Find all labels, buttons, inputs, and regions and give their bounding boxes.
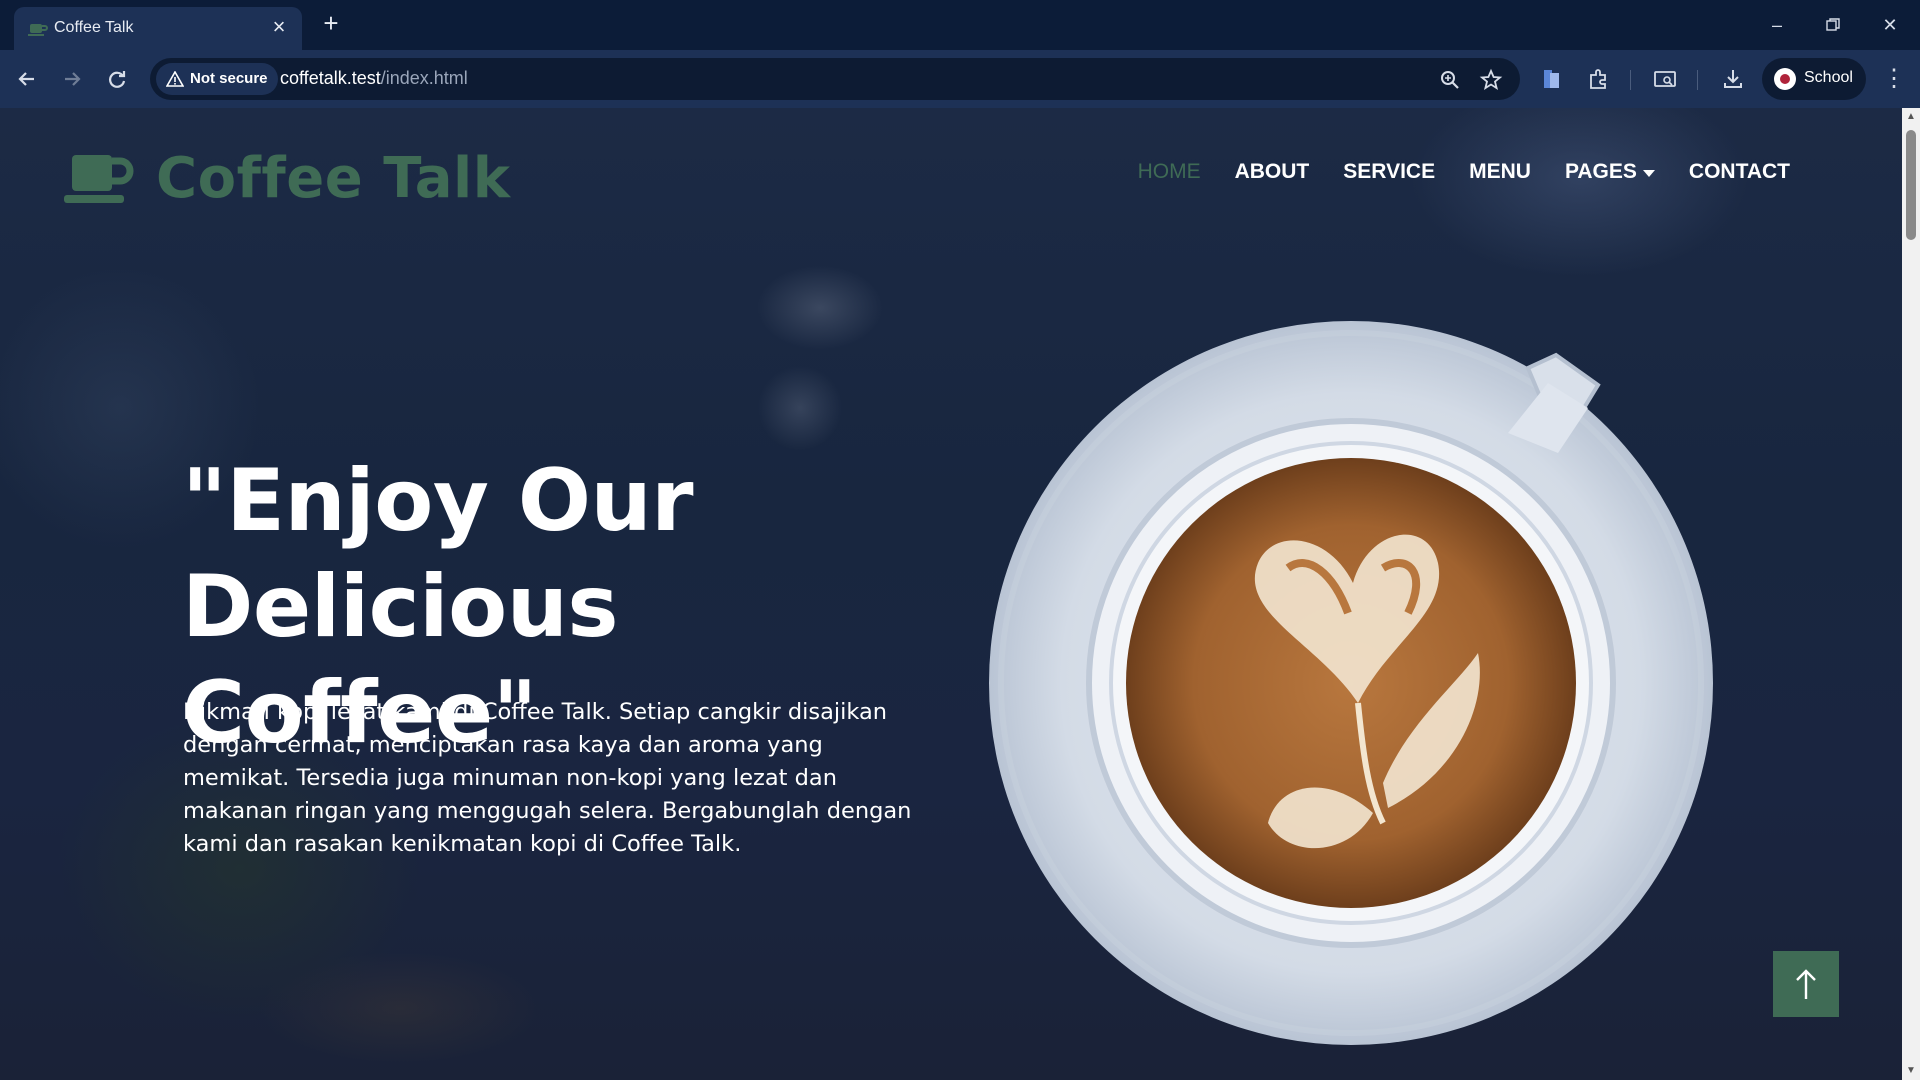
cast-search-icon[interactable] <box>1652 66 1678 92</box>
page-scrollbar[interactable]: ▲ ▼ <box>1902 108 1920 1080</box>
browser-toolbar: Not secure coffetalk.test/index.html Sch… <box>0 50 1920 108</box>
toolbar-divider <box>1697 70 1698 90</box>
coffee-cup-image <box>989 321 1713 1045</box>
warning-icon <box>166 71 184 87</box>
reading-list-icon[interactable] <box>1538 66 1564 92</box>
coffee-cup-icon <box>64 154 134 203</box>
profile-button[interactable]: School <box>1762 58 1866 100</box>
hero-title-line1: "Enjoy Our <box>182 451 694 551</box>
back-to-top-button[interactable] <box>1773 951 1839 1017</box>
nav-service[interactable]: SERVICE <box>1343 160 1435 184</box>
profile-label: School <box>1804 69 1853 86</box>
coffee-cup-icon <box>28 24 48 36</box>
scroll-down-icon[interactable]: ▼ <box>1906 1066 1916 1076</box>
back-arrow-icon[interactable] <box>12 64 42 94</box>
hero-description: Nikmati kopi lezat kami di Coffee Talk. … <box>183 699 912 857</box>
security-chip[interactable]: Not secure <box>156 63 278 95</box>
scroll-up-icon[interactable]: ▲ <box>1906 112 1916 122</box>
zoom-icon[interactable] <box>1438 68 1462 92</box>
close-icon[interactable]: × <box>268 16 290 38</box>
nav-menu[interactable]: MENU <box>1469 160 1531 184</box>
scroll-thumb[interactable] <box>1906 130 1916 240</box>
window-close-icon[interactable]: ✕ <box>1870 10 1910 40</box>
url-host: coffetalk.test <box>280 68 381 88</box>
address-bar[interactable]: Not secure coffetalk.test/index.html <box>150 58 1520 100</box>
browser-tab[interactable]: Coffee Talk × <box>14 7 302 50</box>
nav-home[interactable]: HOME <box>1138 160 1201 184</box>
nav-pages-label: PAGES <box>1564 160 1637 183</box>
url-path: /index.html <box>380 68 468 88</box>
nav-about[interactable]: ABOUT <box>1235 160 1310 184</box>
tab-strip: Coffee Talk × + – ✕ <box>0 0 1920 50</box>
forward-arrow-icon[interactable] <box>57 64 87 94</box>
toolbar-divider <box>1630 70 1631 90</box>
star-icon[interactable] <box>1479 68 1503 92</box>
menu-icon[interactable]: ⋮ <box>1882 64 1906 94</box>
plus-icon[interactable]: + <box>318 10 344 37</box>
chevron-down-icon <box>1642 170 1655 178</box>
extensions-icon[interactable] <box>1585 66 1611 92</box>
page-viewport: Coffee Talk HOME ABOUT SERVICE MENU PAGE… <box>0 108 1902 1080</box>
nav-contact[interactable]: CONTACT <box>1689 160 1790 184</box>
url-text[interactable]: coffetalk.test/index.html <box>280 68 468 89</box>
main-nav: HOME ABOUT SERVICE MENU PAGES CONTACT <box>1138 160 1790 184</box>
arrow-up-icon <box>1796 969 1816 999</box>
reload-icon[interactable] <box>102 64 132 94</box>
profile-avatar <box>1774 68 1796 90</box>
minimize-icon[interactable]: – <box>1757 10 1797 40</box>
download-icon[interactable] <box>1720 66 1746 92</box>
restore-icon[interactable] <box>1813 10 1853 40</box>
nav-pages[interactable]: PAGES <box>1565 160 1655 184</box>
tab-title: Coffee Talk <box>54 19 134 36</box>
site-logo[interactable]: Coffee Talk <box>64 146 510 211</box>
security-label: Not secure <box>190 70 268 87</box>
logo-text: Coffee Talk <box>156 146 511 211</box>
